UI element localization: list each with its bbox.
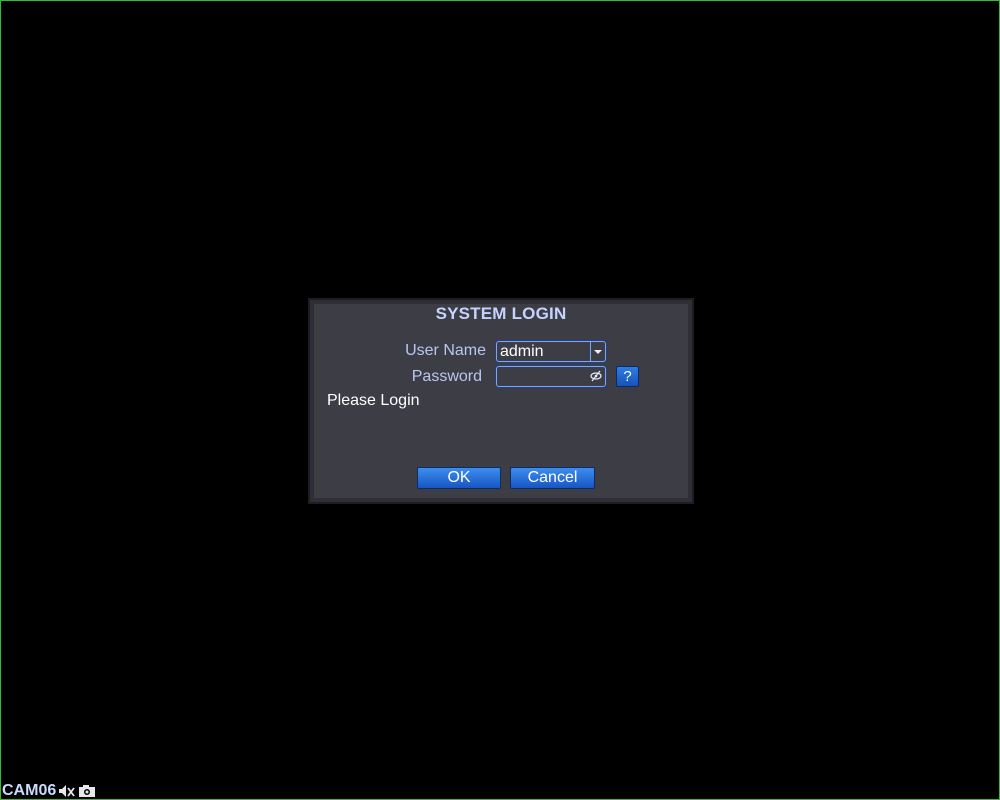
user-name-value: admin (500, 343, 544, 360)
dialog-title: SYSTEM LOGIN (435, 304, 567, 323)
password-label: Password (411, 368, 482, 385)
camera-icon (79, 785, 96, 797)
ok-button[interactable]: OK (417, 467, 501, 489)
password-input[interactable] (499, 368, 587, 384)
hidden-eye-icon[interactable] (590, 370, 602, 382)
mute-icon (59, 785, 75, 797)
cancel-button[interactable]: Cancel (510, 467, 595, 489)
camera-overlay: CAM06 (2, 782, 96, 799)
help-button[interactable]: ? (616, 366, 639, 387)
chevron-down-icon[interactable] (590, 342, 605, 361)
user-name-dropdown[interactable]: admin (496, 341, 606, 362)
status-message: Please Login (327, 392, 420, 409)
user-name-label: User Name (405, 342, 486, 359)
camera-label: CAM06 (2, 782, 57, 799)
system-login-dialog: SYSTEM LOGIN User Name admin Password ? … (308, 298, 694, 504)
video-screen: SYSTEM LOGIN User Name admin Password ? … (0, 0, 1000, 800)
password-field[interactable] (496, 366, 606, 387)
